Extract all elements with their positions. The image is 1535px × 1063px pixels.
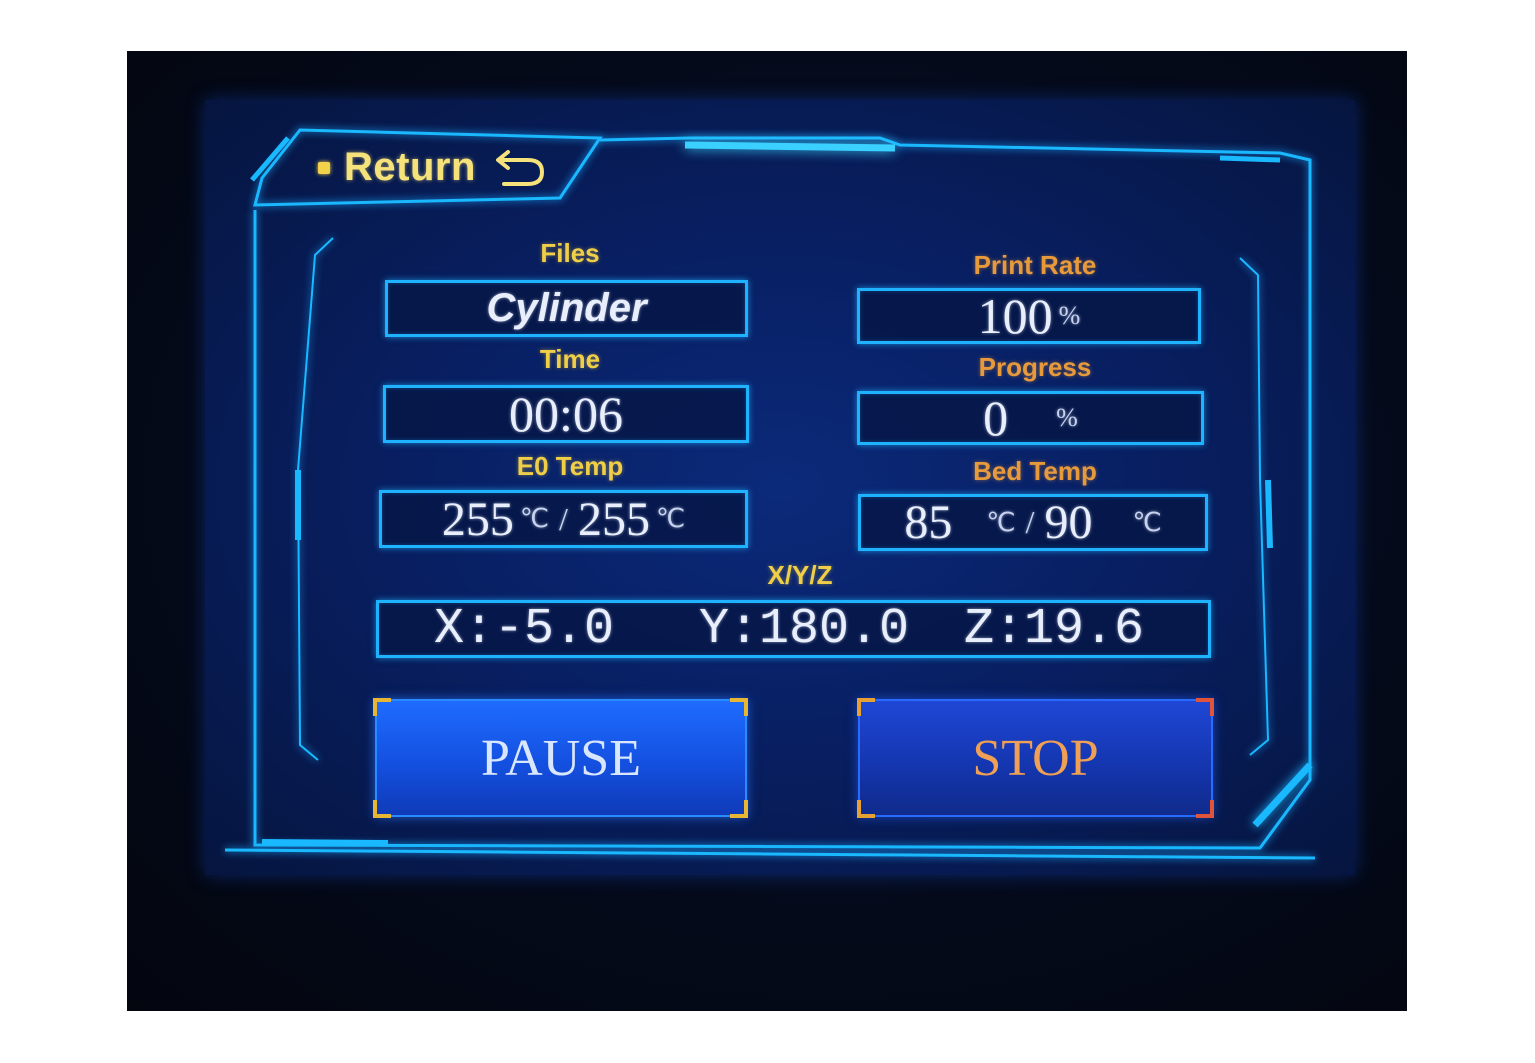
return-label: Return xyxy=(344,145,476,189)
percent-unit: % xyxy=(1058,301,1081,330)
temp-separator: / xyxy=(559,500,568,537)
time-label: Time xyxy=(539,344,601,374)
print-rate-value: 100 xyxy=(977,288,1053,344)
temp-separator: / xyxy=(1025,504,1035,540)
time-field: 00:06 xyxy=(383,385,749,443)
stop-label: STOP xyxy=(972,729,1099,787)
progress-field: 0 % xyxy=(857,390,1204,446)
return-button[interactable]: Return xyxy=(308,140,578,195)
stop-button[interactable]: STOP xyxy=(858,699,1213,817)
time-value: 00:06 xyxy=(509,386,623,442)
print-rate-label: Print Rate xyxy=(973,250,1097,280)
e0-temp-current: 255 xyxy=(441,492,514,546)
celsius-unit: ℃ xyxy=(655,504,686,533)
celsius-unit: ℃ xyxy=(986,507,1016,537)
bed-temp-field: 85 ℃ / 90 ℃ xyxy=(858,494,1208,551)
progress-value: 0 xyxy=(983,390,1009,446)
screen-frame xyxy=(224,128,1316,860)
file-name-field: Cylinder xyxy=(385,280,748,337)
celsius-unit: ℃ xyxy=(1132,507,1162,537)
y-position: Y:180.0 xyxy=(699,600,910,658)
return-arrow-icon xyxy=(495,149,544,186)
bed-temp-target: 90 xyxy=(1044,496,1093,549)
bed-temp-current: 85 xyxy=(904,496,953,549)
file-name-value: Cylinder xyxy=(486,286,647,330)
e0-temp-target: 255 xyxy=(577,492,650,546)
celsius-unit: ℃ xyxy=(519,504,550,533)
e0-temp-field: 255 ℃ / 255 ℃ xyxy=(379,490,748,548)
e0-temp-label: E0 Temp xyxy=(516,451,624,481)
pause-label: PAUSE xyxy=(481,729,641,787)
xyz-label: X/Y/Z xyxy=(767,560,833,590)
files-label: Files xyxy=(540,238,600,268)
percent-unit: % xyxy=(1056,403,1078,432)
progress-label: Progress xyxy=(978,352,1092,382)
print-rate-field[interactable]: 100 % xyxy=(857,288,1201,344)
pause-button[interactable]: PAUSE xyxy=(375,699,747,817)
xyz-field: X:-5.0 Y:180.0 Z:19.6 xyxy=(376,600,1211,658)
x-position: X:-5.0 xyxy=(434,600,615,658)
bed-temp-label: Bed Temp xyxy=(973,456,1097,486)
z-position: Z:19.6 xyxy=(964,600,1145,658)
bullet-icon xyxy=(318,161,330,174)
